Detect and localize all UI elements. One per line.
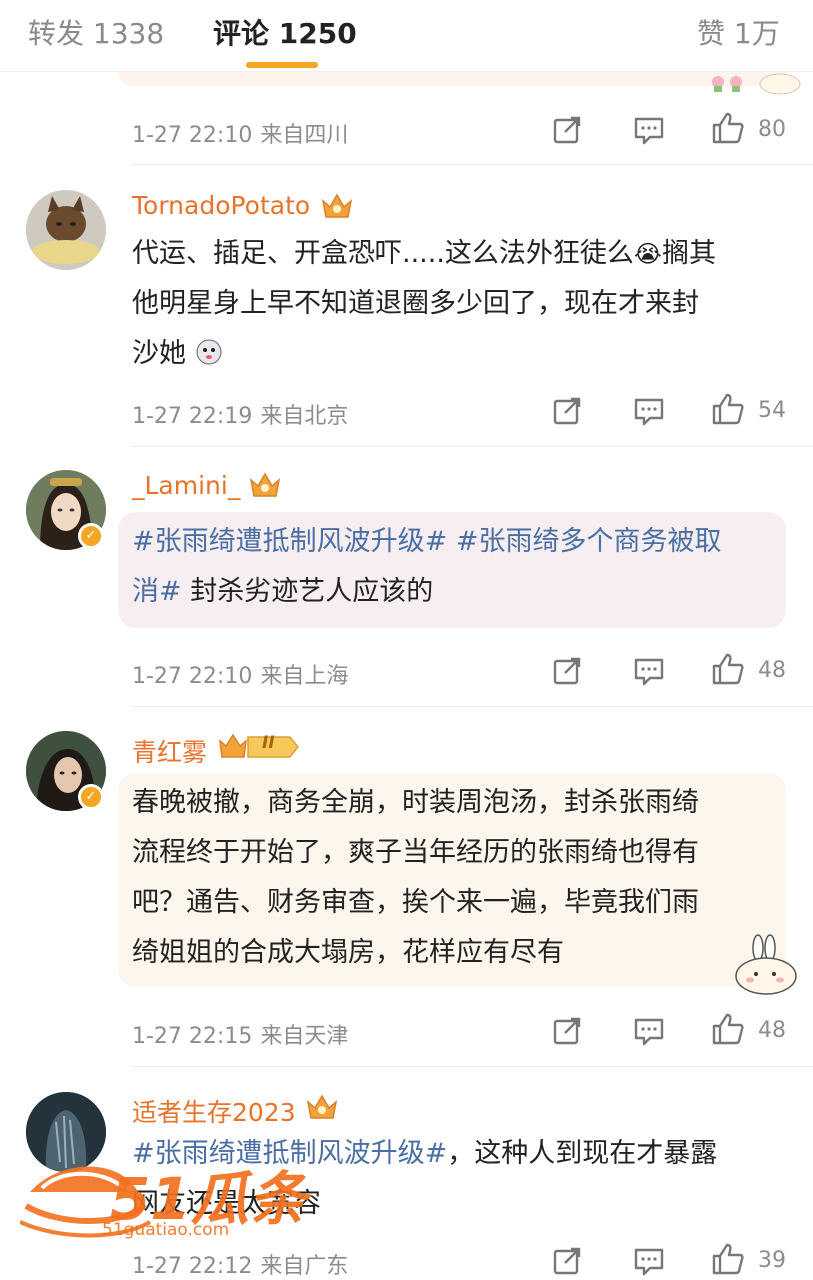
like-icon[interactable]	[711, 652, 745, 686]
vip-crown-icon	[306, 1094, 338, 1119]
previous-comment-bubble	[118, 72, 786, 86]
username[interactable]: 适者生存2023	[132, 1093, 296, 1129]
like-icon[interactable]	[711, 1242, 745, 1276]
divider	[132, 446, 813, 447]
comment-time: 1-27 22:19	[132, 404, 253, 429]
comment-meta: 1-27 22:12 来自广东	[132, 1248, 348, 1280]
avatar[interactable]	[26, 1092, 106, 1172]
bunny-sticker-icon	[735, 934, 797, 995]
like-icon[interactable]	[711, 1012, 745, 1046]
topic-link[interactable]: #张雨绮遭抵制风波升级#	[132, 526, 447, 557]
comment-time: 1-27 22:12	[132, 1254, 253, 1279]
active-tab-indicator	[246, 62, 318, 68]
verified-badge-icon: ✓	[78, 784, 104, 810]
share-icon[interactable]	[551, 1014, 585, 1048]
comment-body: #张雨绮遭抵制风波升级# #张雨绮多个商务被取 消# 封杀劣迹艺人应该的	[132, 526, 722, 607]
like-count: 54	[758, 398, 786, 423]
comment-location: 来自北京	[260, 404, 349, 429]
comment-meta: 1-27 22:19 来自北京	[132, 398, 348, 430]
comment-body: 代运、插足、开盒恐吓.....这么法外狂徒么😭搁其 他明星身上早不知道退圈多少回…	[132, 238, 716, 369]
username[interactable]: 青红雾	[132, 733, 207, 769]
comment-meta: 1-27 22:15 来自天津	[132, 1018, 348, 1050]
tab-repost[interactable]: 转发 1338	[28, 12, 164, 52]
like-count: 48	[758, 658, 786, 683]
divider	[132, 164, 813, 165]
vip-level-label: II	[262, 733, 275, 753]
comment-icon[interactable]	[632, 394, 666, 428]
comment-tab-bar: 转发 1338 评论 1250 赞 1万	[0, 0, 813, 72]
comment-meta: 1-27 22:10 来自上海	[132, 658, 348, 690]
crying-emoji-icon: 😭	[633, 240, 662, 268]
topic-link[interactable]: #张雨绮多个商务被取	[456, 526, 722, 557]
username[interactable]: _Lamini_	[132, 471, 240, 500]
comment-time: 1-27 22:10	[132, 664, 253, 689]
like-icon[interactable]	[711, 111, 745, 145]
comment-icon[interactable]	[632, 654, 666, 688]
like-count: 80	[758, 117, 786, 142]
vip-crown-icon	[249, 472, 281, 497]
divider	[132, 1066, 813, 1067]
watermark-url: 51guatiao.com	[102, 1220, 230, 1240]
comment-icon[interactable]	[632, 1244, 666, 1278]
comment-location: 来自上海	[260, 664, 349, 689]
like-count: 48	[758, 1018, 786, 1043]
share-icon[interactable]	[551, 394, 585, 428]
vip-crown-icon	[321, 193, 353, 218]
tab-comments[interactable]: 评论 1250	[213, 12, 357, 52]
username[interactable]: TornadoPotato	[132, 191, 310, 220]
comment-location: 来自四川	[260, 123, 349, 148]
comment-location: 来自广东	[260, 1254, 349, 1279]
comment-body: 春晚被撤，商务全崩，时装周泡汤，封杀张雨绮 流程终于开始了，爽子当年经历的张雨绮…	[132, 787, 699, 968]
topic-link[interactable]: 消#	[132, 576, 182, 607]
divider	[132, 706, 813, 707]
like-count: 39	[758, 1248, 786, 1273]
tab-likes[interactable]: 赞 1万	[697, 12, 780, 52]
husky-emoji-icon	[196, 339, 222, 365]
comment-time: 1-27 22:15	[132, 1024, 253, 1049]
share-icon[interactable]	[551, 654, 585, 688]
like-icon[interactable]	[711, 392, 745, 426]
comment-location: 来自天津	[260, 1024, 349, 1049]
comment-icon[interactable]	[632, 1014, 666, 1048]
share-icon[interactable]	[551, 113, 585, 147]
vip-level-badge-icon	[219, 733, 299, 758]
verified-badge-icon: ✓	[78, 523, 104, 549]
comment-icon[interactable]	[632, 113, 666, 147]
comment-time: 1-27 22:10	[132, 123, 253, 148]
share-icon[interactable]	[551, 1244, 585, 1278]
sticker-icon	[712, 73, 801, 95]
avatar[interactable]	[26, 190, 106, 270]
